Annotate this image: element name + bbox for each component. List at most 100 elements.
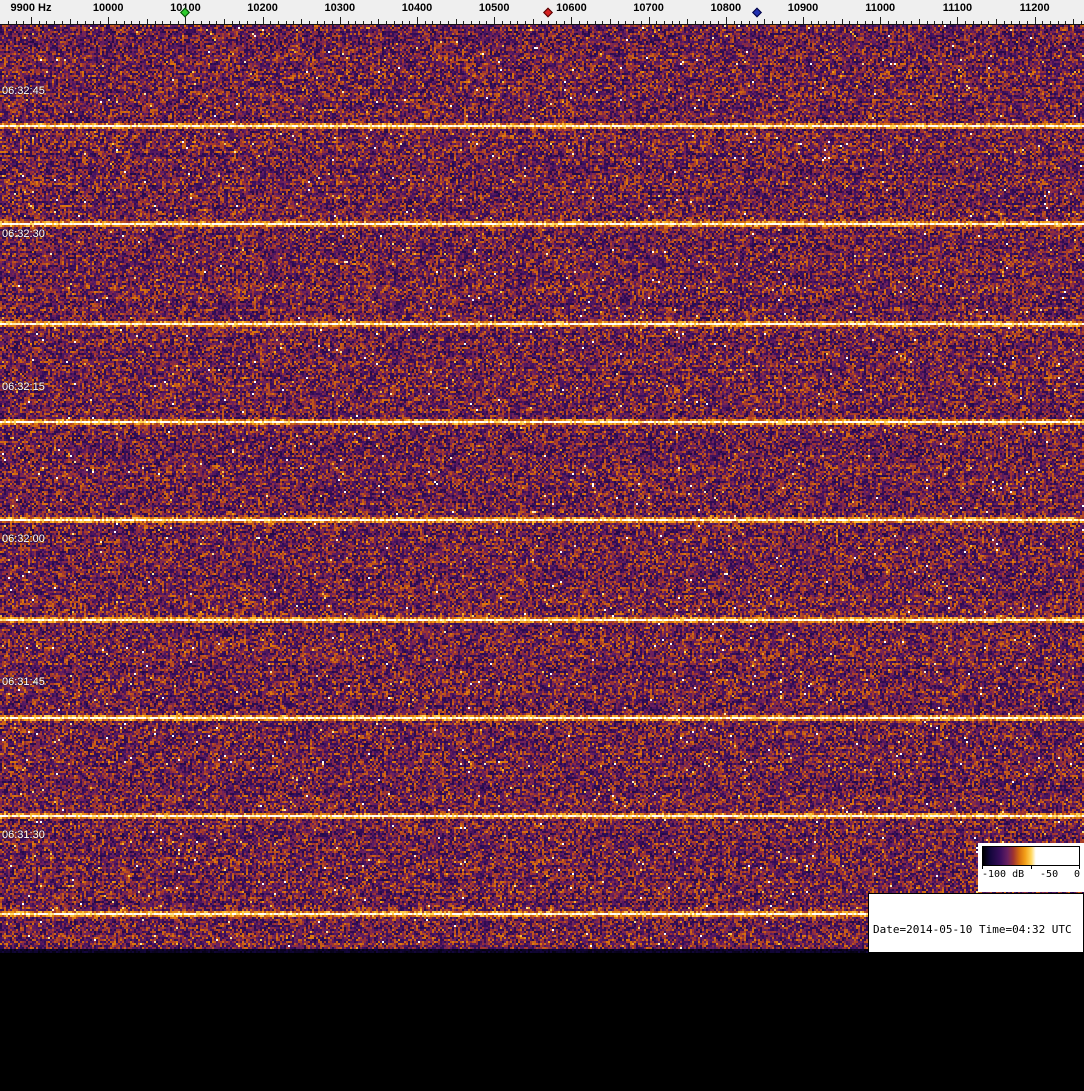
ruler-tick	[478, 21, 480, 24]
ruler-tick	[764, 19, 766, 24]
ruler-tick	[988, 21, 990, 24]
ruler-tick	[957, 17, 959, 24]
ruler-tick	[208, 21, 210, 24]
ruler-tick	[247, 21, 249, 24]
ruler-tick	[748, 21, 750, 24]
ruler-tick	[401, 21, 403, 24]
ruler-tick	[1034, 17, 1036, 24]
time-label: 06:31:45	[2, 676, 45, 688]
waterfall-canvas	[0, 25, 1084, 953]
ruler-tick	[602, 21, 604, 24]
ruler-tick	[741, 21, 743, 24]
marker-red[interactable]	[543, 7, 554, 18]
ruler-tick	[447, 21, 449, 24]
ruler-tick	[679, 21, 681, 24]
ruler-label: 10800	[710, 2, 742, 14]
ruler-tick	[733, 21, 735, 24]
ruler-tick	[123, 21, 125, 24]
ruler-tick	[803, 17, 804, 24]
ruler-tick	[633, 21, 635, 24]
ruler-tick	[1050, 21, 1052, 24]
ruler-tick	[332, 21, 334, 24]
ruler-tick	[1042, 21, 1044, 24]
ruler-tick	[370, 21, 372, 24]
ruler-tick	[347, 21, 349, 24]
ruler-tick	[85, 21, 87, 24]
ruler-tick	[563, 21, 565, 24]
ruler-tick	[972, 21, 974, 24]
ruler-tick	[1065, 21, 1067, 24]
ruler-tick	[756, 21, 758, 24]
info-frequency: Freq=143 050 000 Hz	[873, 965, 999, 978]
ruler-label: 10600	[556, 2, 587, 14]
ruler-tick	[386, 21, 388, 24]
ruler-tick	[440, 21, 442, 24]
ruler-tick	[339, 17, 341, 24]
ruler-tick	[285, 21, 287, 24]
info-station: OBSUPICE	[873, 1049, 926, 1062]
ruler-label: 10200	[247, 2, 278, 14]
legend-label-min: -100 dB	[982, 869, 1025, 880]
ruler-tick	[54, 21, 56, 24]
waterfall-display: -100 dB -50 0 Date=2014-05-10 Time=04:32…	[0, 25, 1084, 1062]
ruler-tick	[69, 19, 71, 24]
ruler-tick	[872, 21, 874, 24]
ruler-tick	[362, 21, 364, 24]
ruler-tick	[841, 19, 843, 24]
ruler-tick	[610, 19, 611, 24]
ruler-tick	[918, 19, 920, 24]
info-echo: Echo=10 600 Hz	[873, 1007, 966, 1020]
ruler-tick	[31, 17, 32, 24]
ruler-tick	[293, 21, 295, 24]
ruler-tick	[718, 21, 720, 24]
ruler-tick	[115, 21, 117, 24]
ruler-tick	[926, 21, 928, 24]
ruler-label: 10300	[324, 2, 356, 14]
ruler-tick	[61, 21, 63, 24]
ruler-tick	[996, 19, 997, 24]
ruler-tick	[301, 19, 303, 24]
ruler-tick	[239, 21, 241, 24]
ruler-tick	[586, 21, 588, 24]
ruler-tick	[965, 21, 967, 24]
ruler-tick	[146, 19, 148, 24]
time-label: 06:32:00	[2, 533, 45, 545]
ruler-tick	[324, 21, 326, 24]
ruler-tick	[169, 21, 171, 24]
ruler-tick	[23, 21, 25, 24]
ruler-tick	[486, 21, 488, 24]
ruler-tick	[1011, 21, 1013, 24]
ruler-tick	[38, 21, 40, 24]
ruler-tick	[864, 21, 866, 24]
ruler-tick	[417, 17, 418, 24]
frequency-ruler: 9900 Hz100001010010200103001040010500106…	[0, 0, 1084, 25]
ruler-tick	[640, 21, 642, 24]
ruler-tick	[880, 17, 882, 24]
ruler-tick	[571, 17, 573, 24]
ruler-label: 10500	[478, 2, 510, 14]
ruler-tick	[517, 21, 519, 24]
ruler-tick	[656, 21, 658, 24]
ruler-tick	[1026, 21, 1028, 24]
ruler-tick	[934, 21, 936, 24]
ruler-tick	[432, 21, 434, 24]
ruler-tick	[625, 21, 627, 24]
ruler-tick	[162, 21, 164, 24]
ruler-label: 11200	[1019, 2, 1050, 14]
ruler-tick	[501, 21, 503, 24]
marker-blue[interactable]	[751, 7, 762, 18]
ruler-tick	[648, 17, 650, 24]
ruler-label: 9900 Hz	[10, 2, 52, 14]
ruler-tick	[895, 21, 897, 24]
ruler-tick	[224, 19, 225, 24]
ruler-tick	[664, 21, 666, 24]
ruler-tick	[463, 21, 465, 24]
ruler-tick	[1003, 21, 1005, 24]
ruler-tick	[772, 21, 774, 24]
legend-tick	[1079, 866, 1081, 869]
ruler-tick	[826, 21, 828, 24]
ruler-tick	[231, 21, 233, 24]
time-label: 06:32:15	[2, 381, 45, 393]
ruler-tick	[378, 19, 380, 24]
ruler-tick	[671, 21, 673, 24]
